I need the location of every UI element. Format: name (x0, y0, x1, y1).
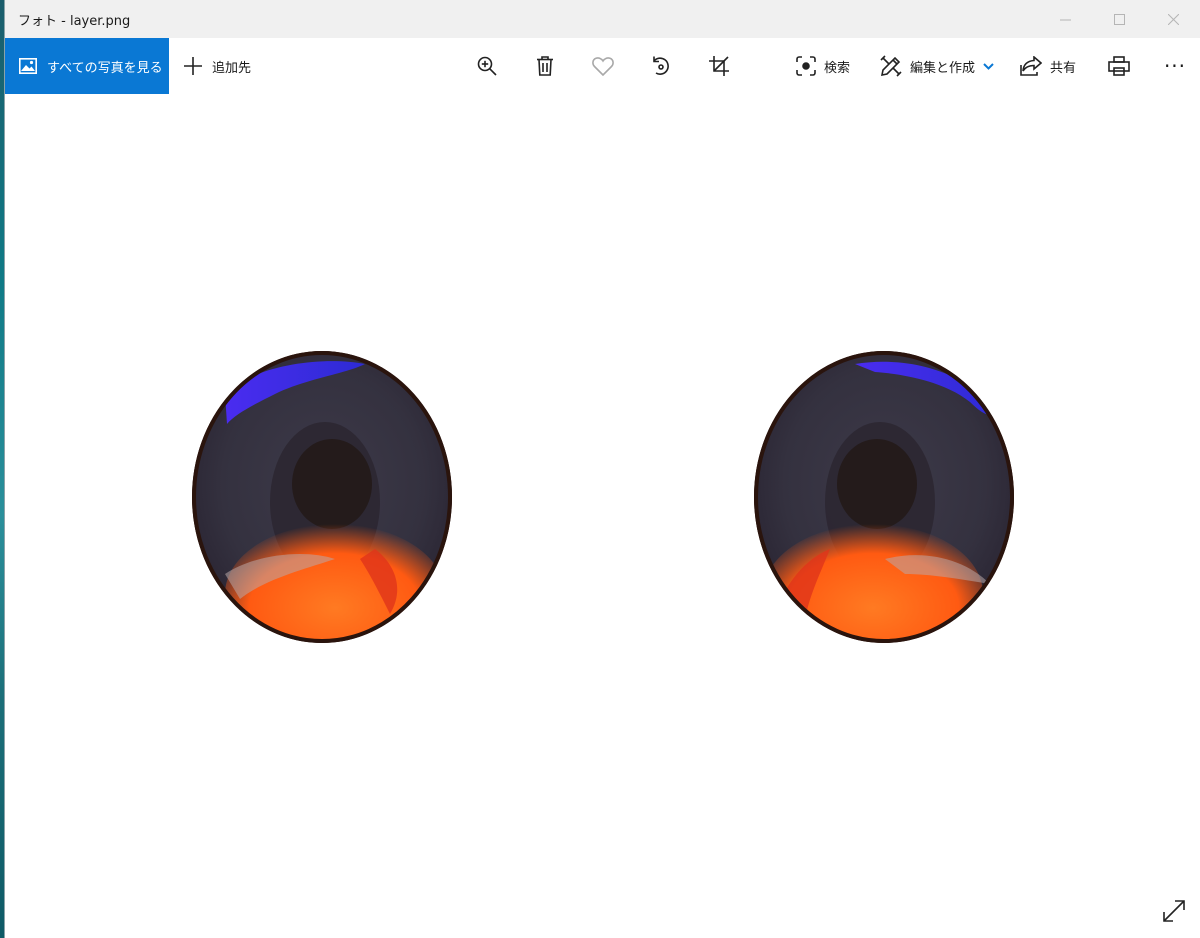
minimize-icon (1059, 19, 1071, 20)
trash-icon (537, 56, 553, 76)
more-options-button[interactable]: ··· (1157, 38, 1193, 94)
crop-icon (709, 56, 729, 76)
photos-app-window: フォト - layer.png すべての写真を見る 追加先 検索 編集と作成 共… (4, 0, 1200, 938)
title-bar: フォト - layer.png (5, 0, 1200, 38)
image-icon (19, 58, 37, 74)
right-eye (754, 351, 1014, 643)
edit-create-icon (880, 55, 902, 77)
photo-canvas (5, 94, 1200, 938)
window-title: フォト - layer.png (18, 13, 131, 29)
window-controls (1038, 0, 1200, 38)
toolbar: すべての写真を見る 追加先 検索 編集と作成 共有 ··· (5, 38, 1200, 94)
printer-icon (1108, 56, 1130, 76)
close-button[interactable] (1146, 0, 1200, 38)
share-icon (1020, 56, 1042, 76)
share-button[interactable]: 共有 (1017, 38, 1079, 94)
favorite-button[interactable] (587, 38, 619, 94)
see-all-photos-button[interactable]: すべての写真を見る (5, 38, 169, 94)
zoom-button[interactable] (471, 38, 503, 94)
search-label: 検索 (823, 60, 850, 76)
close-icon (1167, 13, 1179, 25)
photo-image (192, 351, 1014, 643)
maximize-icon (1113, 13, 1125, 25)
left-eye (192, 351, 452, 643)
edit-create-label: 編集と作成 (909, 60, 975, 76)
fullscreen-button[interactable] (1161, 898, 1187, 924)
visual-search-icon (796, 56, 816, 76)
print-button[interactable] (1103, 38, 1135, 94)
see-all-photos-label: すべての写真を見る (47, 60, 163, 76)
expand-icon (1163, 900, 1185, 922)
edit-create-button[interactable]: 編集と作成 (877, 38, 997, 94)
search-button[interactable]: 検索 (791, 38, 855, 94)
zoom-in-icon (477, 56, 497, 76)
heart-icon (592, 56, 614, 76)
add-to-label: 追加先 (212, 60, 252, 76)
crop-button[interactable] (703, 38, 735, 94)
maximize-button[interactable] (1092, 0, 1146, 38)
plus-icon (184, 57, 202, 75)
delete-button[interactable] (529, 38, 561, 94)
rotate-button[interactable] (645, 38, 677, 94)
add-to-button[interactable]: 追加先 (183, 56, 251, 76)
rotate-icon (653, 56, 669, 75)
share-label: 共有 (1049, 60, 1076, 76)
more-options-icon: ··· (1163, 54, 1187, 78)
minimize-button[interactable] (1038, 0, 1092, 38)
chevron-down-icon (983, 62, 994, 70)
